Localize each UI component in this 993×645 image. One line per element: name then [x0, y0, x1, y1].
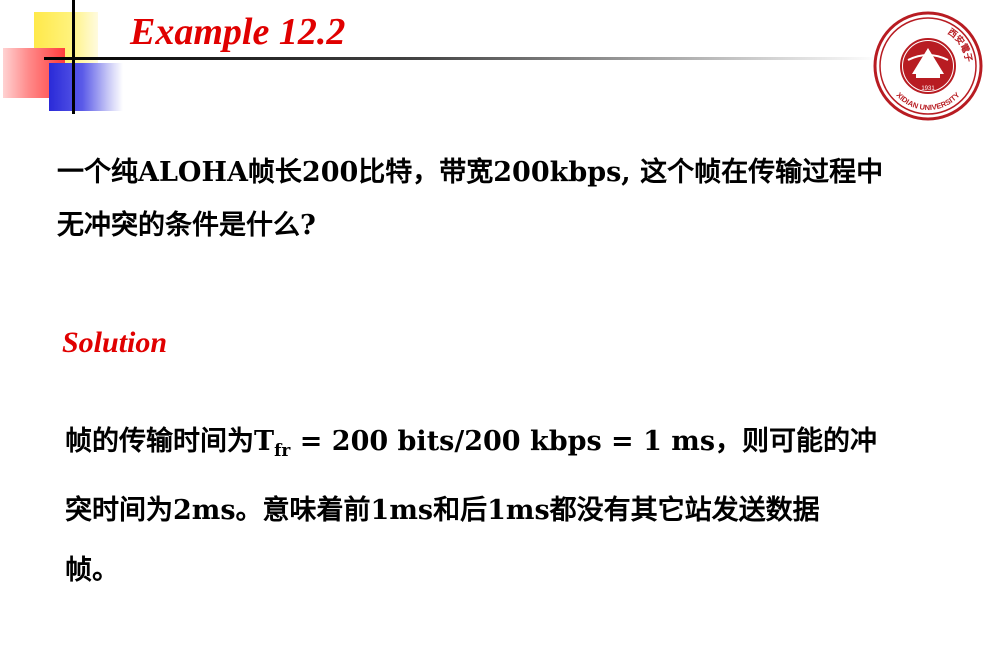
- university-seal-logo: 西安電子科技大學 XIDIAN UNIVERSITY 1931: [867, 1, 984, 122]
- slide-title: Example 12.2: [130, 11, 346, 53]
- subscript-fr: fr: [274, 441, 291, 461]
- decor-blue-block: [49, 63, 123, 111]
- seal-year: 1931: [921, 86, 935, 92]
- problem-line-1: 一个纯ALOHA帧长200比特，带宽200kbps, 这个帧在传输过程中: [57, 157, 884, 188]
- title-underline: [44, 57, 880, 60]
- solution-body: 帧的传输时间为Tfr = 200 bits/200 kbps = 1 ms，则可…: [65, 412, 950, 601]
- solution-line-1: 帧的传输时间为Tfr = 200 bits/200 kbps = 1 ms，则可…: [65, 412, 950, 481]
- solution-line-2: 突时间为2ms。意味着前1ms和后1ms都没有其它站发送数据: [65, 495, 820, 526]
- problem-statement: 一个纯ALOHA帧长200比特，带宽200kbps, 这个帧在传输过程中 无冲突…: [57, 146, 957, 252]
- problem-line-2: 无冲突的条件是什么?: [57, 210, 316, 241]
- solution-line-3: 帧。: [65, 555, 119, 586]
- solution-heading: Solution: [62, 326, 168, 359]
- solution-line-1-prefix: 帧的传输时间为T: [65, 426, 275, 457]
- solution-line-1-suffix: = 200 bits/200 kbps = 1 ms，则可能的冲: [290, 426, 878, 457]
- slide: Example 12.2 西安電子科技大學 XIDIAN UNIVERSITY …: [0, 0, 993, 645]
